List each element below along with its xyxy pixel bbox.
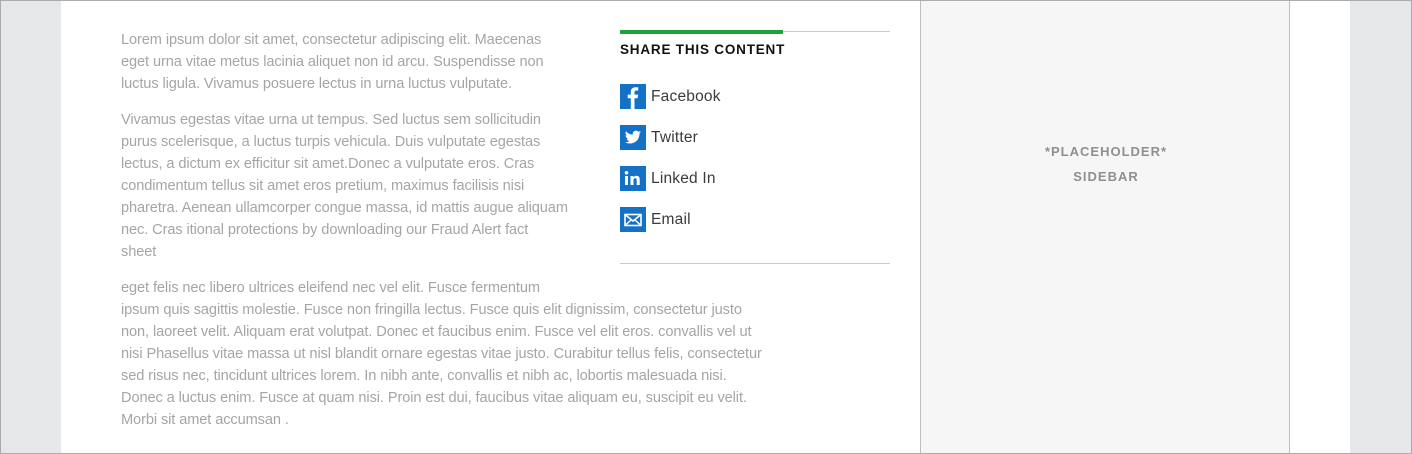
divider bbox=[620, 263, 890, 264]
paragraph-line: luctus ligula. Vivamus posuere lectus in… bbox=[121, 76, 512, 92]
share-facebook-link[interactable]: Facebook bbox=[620, 84, 721, 109]
paragraph-line: nec. Cras itional protections by downloa… bbox=[121, 222, 529, 238]
paragraph-1: Lorem ipsum dolor sit amet, consectetur … bbox=[121, 29, 544, 95]
facebook-icon bbox=[620, 84, 646, 109]
paragraph-line: nisi Phasellus vitae massa ut nisl bland… bbox=[121, 346, 762, 362]
paragraph-line: purus scelerisque, a luctus turpis vehic… bbox=[121, 134, 541, 150]
paragraph-2: Vivamus egestas vitae urna ut tempus. Se… bbox=[121, 109, 568, 263]
sidebar-label-line1: *PLACEHOLDER* bbox=[1044, 144, 1168, 159]
share-twitter-link[interactable]: Twitter bbox=[620, 125, 698, 150]
sidebar-label: *PLACEHOLDER* SIDEBAR bbox=[921, 139, 1291, 189]
sidebar-label-line2: SIDEBAR bbox=[1073, 169, 1139, 184]
share-heading: SHARE THIS CONTENT bbox=[620, 42, 786, 57]
email-icon bbox=[620, 207, 646, 232]
paragraph-line: lectus, a dictum ex efficitur sit amet.D… bbox=[121, 156, 535, 172]
accent-bar bbox=[620, 30, 783, 34]
paragraph-line: Lorem ipsum dolor sit amet, consectetur … bbox=[121, 32, 542, 48]
paragraph-line: sed risus nec, tincidunt ultrices lorem.… bbox=[121, 368, 727, 384]
right-gutter bbox=[1290, 1, 1350, 453]
paragraph-line: pharetra. Aenean ullamcorper congue mass… bbox=[121, 200, 568, 216]
paragraph-line: eget urna vitae metus lacinia aliquet no… bbox=[121, 54, 544, 70]
share-label: Facebook bbox=[651, 87, 721, 105]
paragraph-line: Vivamus egestas vitae urna ut tempus. Se… bbox=[121, 112, 541, 128]
share-linkedin-link[interactable]: Linked In bbox=[620, 166, 716, 191]
paragraph-line: ipsum quis sagittis molestie. Fusce non … bbox=[121, 302, 742, 318]
paragraph-line: eget felis nec libero ultrices eleifend … bbox=[121, 280, 540, 296]
share-label: Linked In bbox=[651, 169, 716, 187]
paragraph-line: condimentum tellus sit amet eros pretium… bbox=[121, 178, 525, 194]
share-panel: SHARE THIS CONTENT Facebook Twitter Link… bbox=[620, 30, 890, 264]
linkedin-icon bbox=[620, 166, 646, 191]
paragraph-line: Donec a luctus enim. Fusce at quam nisi.… bbox=[121, 390, 747, 406]
share-email-link[interactable]: Email bbox=[620, 207, 691, 232]
twitter-icon bbox=[620, 125, 646, 150]
paragraph-line: sheet bbox=[121, 244, 157, 260]
paragraph-line: non, laoreet velit. Aliquam erat volutpa… bbox=[121, 324, 752, 340]
share-label: Twitter bbox=[651, 128, 699, 146]
paragraph-line: Morbi sit amet accumsan . bbox=[121, 412, 289, 428]
sidebar-placeholder: *PLACEHOLDER* SIDEBAR bbox=[920, 1, 1290, 453]
paragraph-3: eget felis nec libero ultrices eleifend … bbox=[121, 277, 762, 431]
share-label: Email bbox=[651, 210, 691, 228]
